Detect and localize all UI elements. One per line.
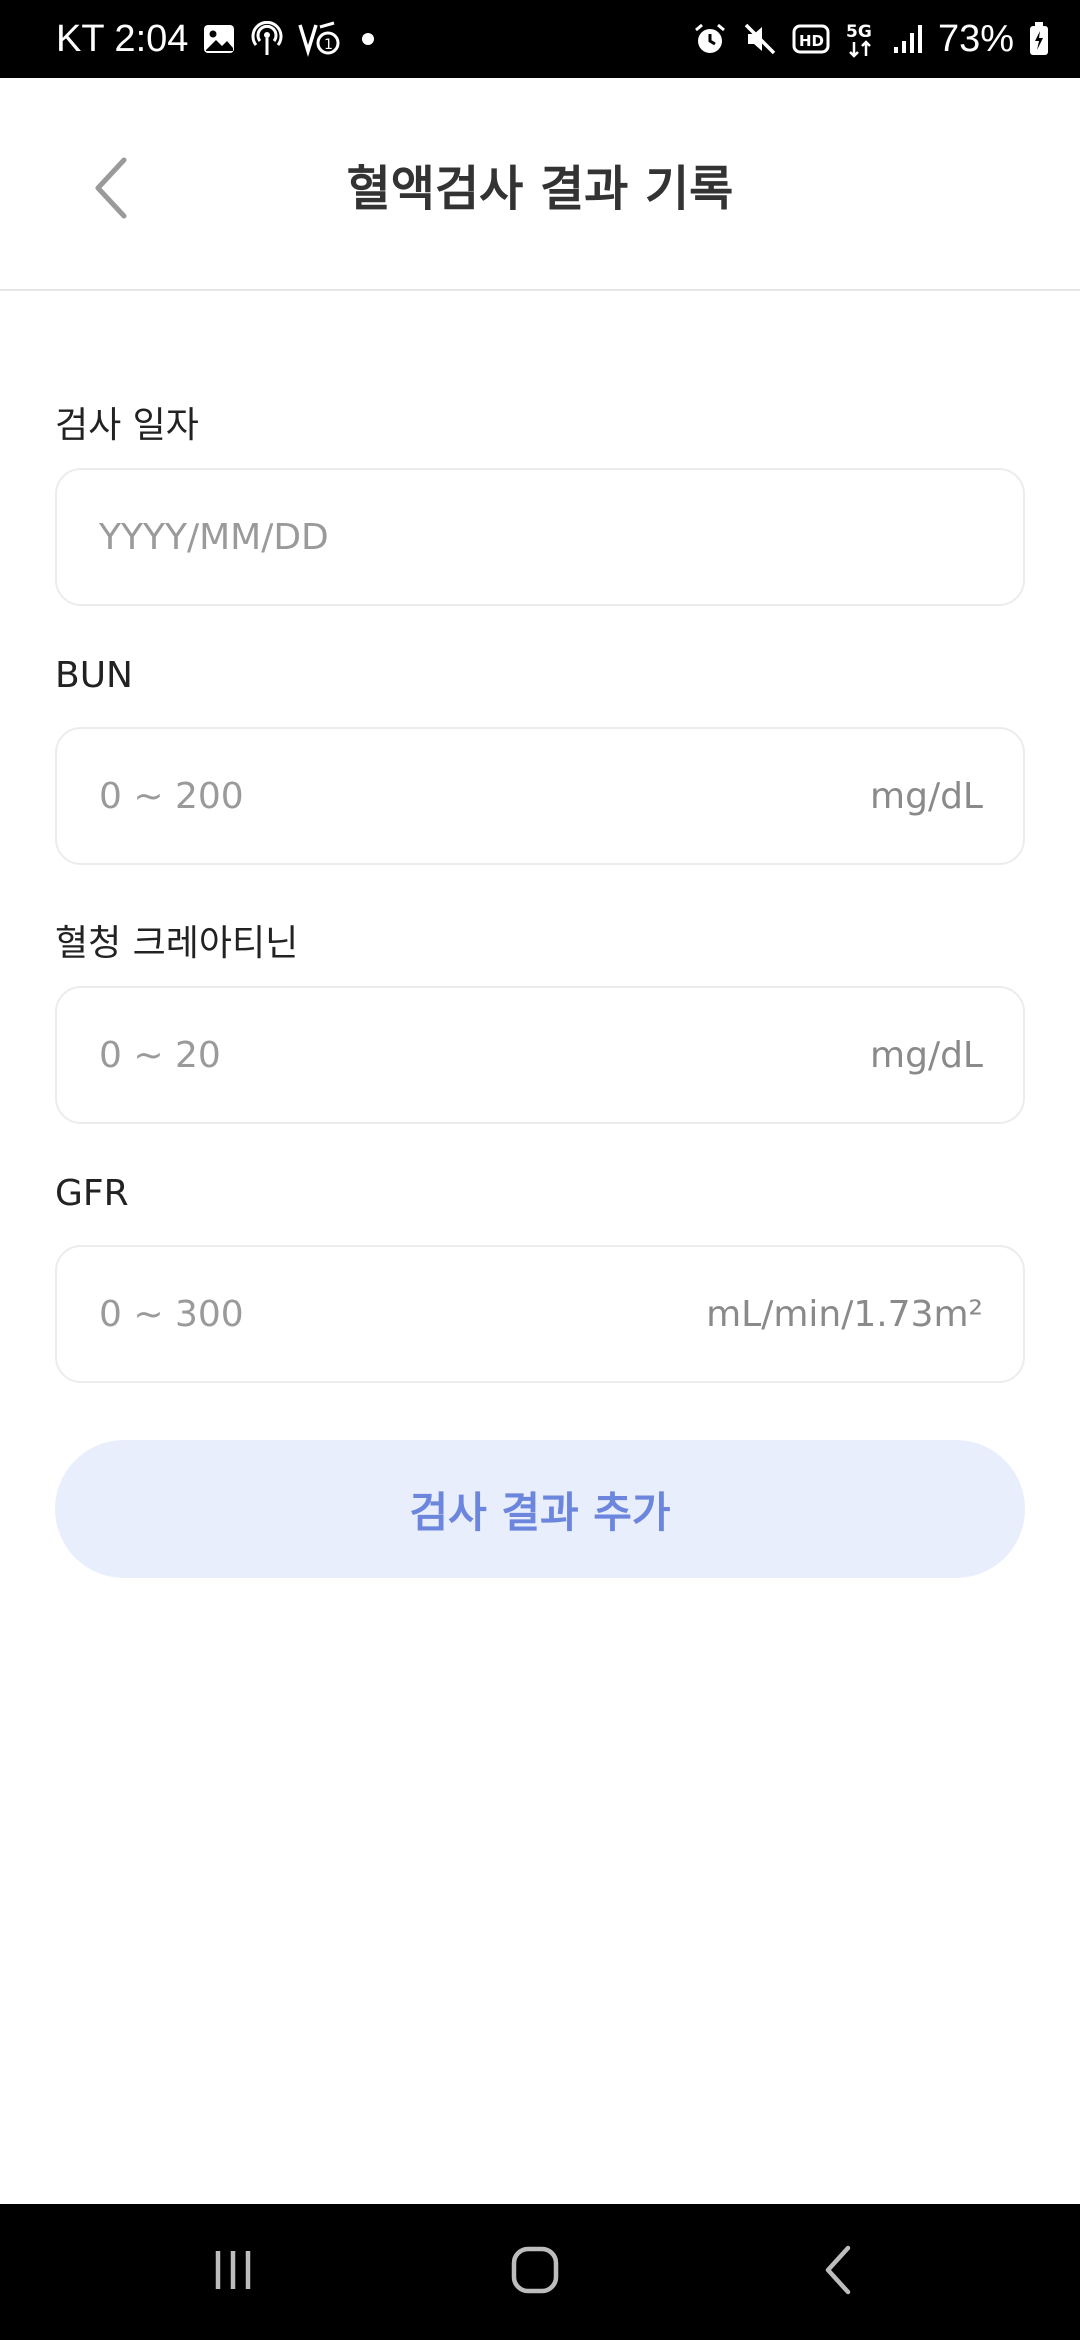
gfr-field-box[interactable]: mL/min/1.73m² [55,1245,1025,1383]
svg-text:HD: HD [799,32,824,50]
creatinine-label: 혈청 크레아티닌 [55,923,299,964]
carrier-time: KT 2:04 [56,17,189,60]
recents-button[interactable] [153,2204,313,2340]
bun-unit: mg/dL [870,775,983,817]
bun-input[interactable] [97,774,871,818]
recents-icon [208,2245,258,2299]
date-field-box[interactable] [55,468,1025,606]
hotspot-icon [250,21,284,57]
page-title: 혈액검사 결과 기록 [346,160,734,217]
mute-icon [742,21,778,57]
gfr-input[interactable] [97,1292,707,1336]
add-result-button[interactable]: 검사 결과 추가 [55,1440,1025,1578]
creatinine-input[interactable] [97,1033,871,1077]
bun-field-box[interactable]: mg/dL [55,727,1025,865]
navigation-bar [0,2204,1080,2340]
creatinine-unit: mg/dL [870,1034,983,1076]
svg-text:5G: 5G [846,22,872,42]
dot-icon [358,29,378,49]
signal-icon [892,23,924,55]
volte-icon: 1 [298,21,344,57]
chevron-left-icon [90,156,130,224]
system-back-button[interactable] [758,2204,918,2340]
gallery-icon [202,22,236,56]
home-icon [509,2244,561,2300]
5g-icon: 5G [844,20,878,58]
hd-icon: HD [792,23,830,55]
gfr-unit: mL/min/1.73m² [706,1293,983,1335]
header: 혈액검사 결과 기록 [0,78,1080,291]
battery-icon [1028,21,1050,57]
back-icon [818,2242,858,2302]
creatinine-field-box[interactable]: mg/dL [55,986,1025,1124]
svg-text:1: 1 [324,37,333,53]
bun-label: BUN [55,655,133,696]
alarm-icon [692,21,728,57]
date-input[interactable] [97,515,1023,559]
battery-percent: 73% [937,17,1014,60]
home-button[interactable] [455,2204,615,2340]
back-button[interactable] [78,150,142,230]
status-bar: KT 2:04 1 HD 5G 73% [0,0,1080,78]
gfr-label: GFR [55,1173,129,1214]
date-label: 검사 일자 [55,405,199,446]
